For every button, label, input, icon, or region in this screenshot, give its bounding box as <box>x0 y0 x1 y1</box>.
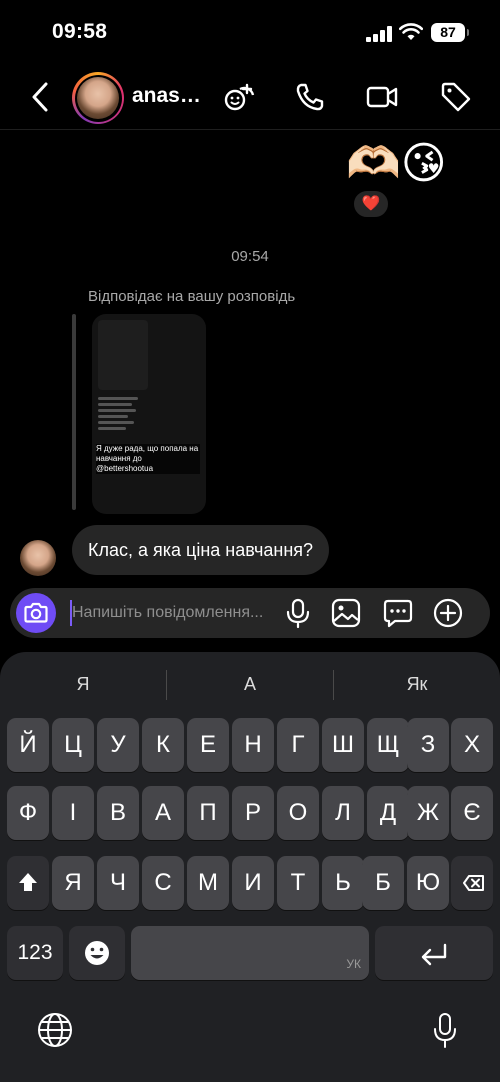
numbers-key[interactable]: 123 <box>7 926 63 980</box>
video-call-icon[interactable] <box>366 81 398 113</box>
return-key[interactable] <box>375 926 493 980</box>
suggestion-3[interactable]: Як <box>334 664 500 704</box>
key-row1[interactable]: Й <box>7 718 49 772</box>
shift-key[interactable] <box>7 856 49 910</box>
contact-avatar[interactable] <box>72 72 124 124</box>
message-timestamp: 09:54 <box>231 248 269 265</box>
key-row2[interactable]: Д <box>367 786 409 840</box>
sticker-chat-icon[interactable] <box>382 597 414 629</box>
phone-call-icon[interactable] <box>294 81 326 113</box>
sender-avatar[interactable] <box>20 540 56 576</box>
key-row1[interactable]: К <box>142 718 184 772</box>
key-row2[interactable]: Р <box>232 786 274 840</box>
key-row3[interactable]: Я <box>52 856 94 910</box>
battery-indicator: 87 <box>431 23 469 42</box>
keyboard: Я А Як Й Ц У К Е Н Г Ш Щ З Х Ф І В А П Р… <box>0 652 500 1082</box>
story-reply-label: Відповідає на вашу розповідь <box>88 288 296 305</box>
gallery-icon[interactable] <box>330 597 362 629</box>
key-row2[interactable]: Ж <box>407 786 449 840</box>
key-row2[interactable]: Л <box>322 786 364 840</box>
tag-icon[interactable] <box>440 81 472 113</box>
key-row1[interactable]: Н <box>232 718 274 772</box>
key-row3[interactable]: Б <box>362 856 404 910</box>
story-settings-list <box>98 394 148 450</box>
backspace-icon <box>463 875 484 891</box>
key-row2[interactable]: П <box>187 786 229 840</box>
story-thumbnail[interactable]: Я дуже рада, що попала на навчання до @b… <box>92 314 206 514</box>
wifi-icon <box>399 23 423 40</box>
shift-arrow-icon <box>19 873 37 891</box>
return-arrow-icon <box>421 943 447 966</box>
key-row1[interactable]: Е <box>187 718 229 772</box>
cellular-signal-icon <box>366 26 392 42</box>
key-row2[interactable]: А <box>142 786 184 840</box>
microphone-icon[interactable] <box>282 597 314 629</box>
key-row1[interactable]: Ш <box>322 718 364 772</box>
key-row3[interactable]: Ю <box>407 856 449 910</box>
camera-icon <box>24 602 48 623</box>
key-row2[interactable]: Є <box>451 786 493 840</box>
message-composer <box>10 588 490 638</box>
key-row2[interactable]: І <box>52 786 94 840</box>
key-row2[interactable]: Ф <box>7 786 49 840</box>
incoming-message-bubble[interactable]: Клас, а яка ціна навчання? <box>72 525 330 575</box>
key-row3[interactable]: Т <box>277 856 319 910</box>
backspace-key[interactable] <box>451 856 493 910</box>
chat-header: anas… <box>0 64 500 130</box>
back-arrow-icon[interactable] <box>28 80 54 114</box>
key-row3[interactable]: М <box>187 856 229 910</box>
key-row2[interactable]: В <box>97 786 139 840</box>
key-row1[interactable]: З <box>407 718 449 772</box>
story-screenshot-preview <box>98 320 148 390</box>
key-row3[interactable]: С <box>142 856 184 910</box>
heart-reaction[interactable]: ❤️ <box>352 189 390 219</box>
message-input[interactable] <box>72 601 282 625</box>
status-time: 09:58 <box>52 20 108 43</box>
suggestion-2[interactable]: А <box>167 664 333 704</box>
contact-name[interactable]: anas… <box>132 84 201 108</box>
story-caption: Я дуже рада, що попала на навчання до @b… <box>96 444 200 474</box>
add-people-icon[interactable] <box>224 81 256 113</box>
sent-emoji-message[interactable]: 🫶🏻😘 <box>346 134 447 194</box>
key-row1[interactable]: Х <box>451 718 493 772</box>
key-row1[interactable]: Щ <box>367 718 409 772</box>
key-row1[interactable]: Г <box>277 718 319 772</box>
suggestion-1[interactable]: Я <box>0 664 166 704</box>
reply-indicator-bar <box>72 314 76 510</box>
emoji-key[interactable] <box>69 926 125 980</box>
key-row3[interactable]: Ь <box>322 856 364 910</box>
globe-icon[interactable] <box>35 1010 75 1050</box>
dictation-mic-icon[interactable] <box>425 1010 465 1050</box>
emoji-icon <box>85 941 109 965</box>
camera-button[interactable] <box>16 593 56 633</box>
key-row1[interactable]: Ц <box>52 718 94 772</box>
key-row3[interactable]: И <box>232 856 274 910</box>
space-key[interactable]: УК <box>131 926 369 980</box>
add-icon[interactable] <box>432 597 464 629</box>
status-bar: 09:58 87 <box>0 0 500 64</box>
key-row3[interactable]: Ч <box>97 856 139 910</box>
key-row2[interactable]: О <box>277 786 319 840</box>
key-row1[interactable]: У <box>97 718 139 772</box>
